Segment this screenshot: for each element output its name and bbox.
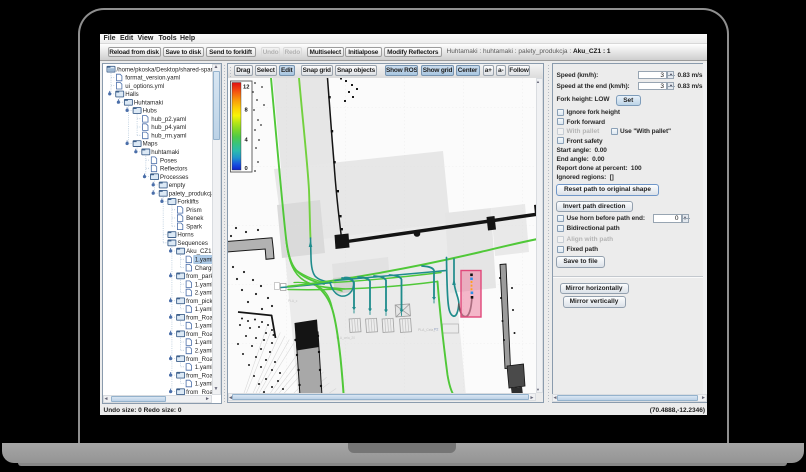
svg-text:Forklifts: Forklifts [177,198,198,205]
svg-text:12: 12 [243,85,249,91]
svg-text:Huhtamaki: Huhtamaki [134,99,163,106]
svg-text:from_Road: from_Road [186,355,212,362]
svg-text:hub_rm.yaml: hub_rm.yaml [151,132,186,139]
svg-text:/home/pkoska/Desktop/shared-sp: /home/pkoska/Desktop/shared-spark [117,66,213,73]
svg-text:Processes: Processes [160,173,188,180]
svg-text:P2: P2 [434,328,438,332]
svg-text:Aku_CZ1: Aku_CZ1 [186,248,212,255]
svg-text:1.yaml (: 1.yaml ( [195,306,212,313]
svg-text:from_Road: from_Road [186,388,212,395]
svg-text:from_Road: from_Road [186,314,212,321]
svg-text:Horns: Horns [177,231,193,238]
svg-text:0: 0 [244,166,247,172]
svg-text:PLA_Cela_: PLA_Cela_ [418,328,435,332]
svg-text:Reflectors: Reflectors [160,165,187,172]
svg-text:1.yaml (: 1.yaml ( [195,339,212,346]
svg-text:hub_p4.yaml: hub_p4.yaml [151,124,186,131]
svg-text:from_Road: from_Road [186,372,212,379]
svg-text:1.yaml (: 1.yaml ( [195,281,212,288]
svg-text:Poses: Poses [160,157,177,164]
svg-text:Maps: Maps [143,140,158,147]
svg-text:from_parking: from_parking [186,273,212,280]
svg-text:format_version.yaml: format_version.yaml [125,74,180,81]
svg-text:Benek: Benek [186,215,204,222]
svg-text:1.yaml (: 1.yaml ( [195,256,212,263]
svg-text:palety_produkcja: palety_produkcja [169,190,212,197]
svg-text:ui_options.yml: ui_options.yml [125,82,164,89]
svg-text:1.yaml (: 1.yaml ( [195,364,212,371]
svg-text:Prism: Prism [186,206,202,213]
svg-text:PLA_c: PLA_c [288,299,298,303]
svg-text:1.yaml (: 1.yaml ( [195,380,212,387]
svg-text:Hubs: Hubs [143,107,157,114]
svg-text:2.yaml (: 2.yaml ( [195,347,212,354]
svg-text:hub_p2.yaml: hub_p2.yaml [151,115,186,122]
svg-text:Halls: Halls [125,91,139,98]
svg-text:Charging: Charging [195,264,212,271]
svg-text:empty: empty [169,182,187,189]
svg-text:from_pick2: from_pick2 [186,297,212,304]
svg-text:2.yaml (: 2.yaml ( [195,289,212,296]
svg-text:Spark: Spark [186,223,203,230]
svg-text:Sequences: Sequences [177,240,208,247]
svg-text:1.yaml (: 1.yaml ( [195,322,212,329]
svg-text:from_Road: from_Road [186,330,212,337]
svg-text:huhtamaki: huhtamaki [151,149,179,156]
